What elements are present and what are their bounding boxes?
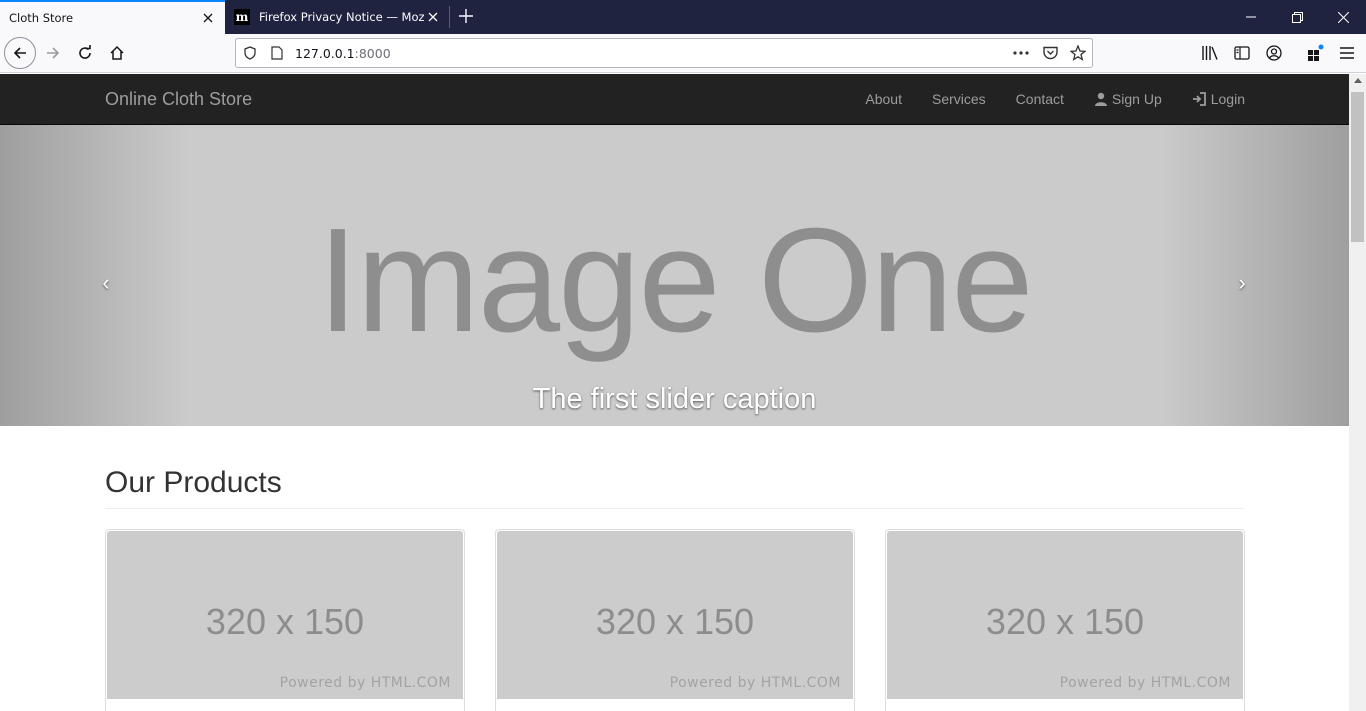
url-text: 127.0.0.1:8000 (295, 46, 391, 61)
home-button[interactable] (101, 37, 133, 69)
nav-login-label: Login (1210, 91, 1245, 107)
tab-cloth-store[interactable]: Cloth Store (0, 0, 225, 34)
heading-divider (105, 508, 1245, 509)
tab-separator (449, 6, 450, 28)
restore-icon (1291, 11, 1303, 23)
user-icon (1094, 92, 1107, 106)
nav-signup-label: Sign Up (1111, 91, 1162, 107)
restore-button[interactable] (1274, 0, 1320, 34)
thumbnail-credit: Powered by HTML.COM (279, 675, 451, 691)
carousel-shade-right (1159, 125, 1349, 426)
product-thumbnail: 320 x 150 Powered by HTML.COM (887, 531, 1243, 699)
pocket-icon[interactable] (1042, 45, 1058, 61)
product-thumbnail: 320 x 150 Powered by HTML.COM (497, 531, 853, 699)
scroll-up-arrow-icon[interactable] (1354, 78, 1362, 83)
forward-button[interactable] (37, 37, 69, 69)
products-heading: Our Products (105, 466, 282, 499)
arrow-left-icon (13, 47, 26, 59)
tab-firefox-privacy[interactable]: m Firefox Privacy Notice — Mozill (225, 0, 450, 34)
thumbnail-credit: Powered by HTML.COM (669, 675, 841, 691)
thumbnail-dimensions: 320 x 150 (205, 601, 365, 642)
minimize-icon (1246, 16, 1256, 18)
close-window-button[interactable] (1320, 0, 1366, 34)
tab-title: Firefox Privacy Notice — Mozill (259, 10, 424, 24)
thumbnail-dimensions: 320 x 150 (985, 601, 1145, 642)
scrollbar-thumb[interactable] (1351, 92, 1364, 242)
nav-contact[interactable]: Contact (1016, 91, 1064, 107)
image-carousel: Image One The first slider caption ‹ › (0, 125, 1349, 426)
page-scrollbar[interactable] (1349, 74, 1366, 711)
mozilla-favicon-icon: m (234, 9, 250, 25)
extensions-icon[interactable] (1306, 44, 1324, 62)
shield-icon[interactable] (242, 45, 258, 61)
carousel-shade-left (0, 125, 190, 426)
nav-signup[interactable]: Sign Up (1094, 91, 1162, 107)
product-card[interactable]: 320 x 150 Powered by HTML.COM (885, 529, 1245, 711)
bookmark-star-icon[interactable] (1070, 45, 1086, 61)
sidebar-icon[interactable] (1233, 44, 1251, 62)
url-port: :8000 (354, 46, 391, 61)
site-navbar: Online Cloth Store About Services Contac… (0, 74, 1349, 125)
reload-button[interactable] (69, 37, 101, 69)
product-card[interactable]: 320 x 150 Powered by HTML.COM (495, 529, 855, 711)
carousel-next-button[interactable]: › (1232, 270, 1252, 295)
nav-about[interactable]: About (865, 91, 902, 107)
thumbnail-dimensions: 320 x 150 (595, 601, 755, 642)
product-thumbnail: 320 x 150 Powered by HTML.COM (107, 531, 463, 699)
plus-icon (459, 9, 473, 23)
nav-services[interactable]: Services (932, 91, 986, 107)
account-icon[interactable] (1265, 44, 1283, 62)
tab-title: Cloth Store (9, 11, 74, 25)
browser-tab-bar: Cloth Store m Firefox Privacy Notice — M… (0, 0, 1366, 34)
url-host: 127.0.0.1 (295, 46, 355, 61)
page-info-icon[interactable] (269, 45, 285, 61)
address-bar[interactable]: 127.0.0.1:8000 (235, 38, 1093, 68)
nav-login[interactable]: Login (1192, 91, 1245, 107)
login-icon (1192, 92, 1206, 106)
page-actions-icon[interactable] (1013, 45, 1029, 61)
reload-icon (79, 45, 91, 59)
menu-hamburger-icon[interactable] (1338, 44, 1356, 62)
thumbnail-credit: Powered by HTML.COM (1059, 675, 1231, 691)
carousel-prev-button[interactable]: ‹ (96, 270, 116, 295)
close-tab-icon[interactable] (424, 8, 442, 26)
brand-link[interactable]: Online Cloth Store (105, 89, 252, 110)
new-tab-button[interactable] (455, 5, 477, 27)
close-tab-icon[interactable] (199, 9, 217, 27)
slide-caption: The first slider caption (532, 383, 817, 415)
page-viewport: Online Cloth Store About Services Contac… (0, 74, 1349, 711)
product-card[interactable]: 320 x 150 Powered by HTML.COM (105, 529, 465, 711)
back-button[interactable] (4, 37, 36, 69)
home-icon (110, 45, 124, 60)
library-icon[interactable] (1201, 44, 1219, 62)
browser-toolbar: 127.0.0.1:8000 (0, 34, 1366, 73)
arrow-right-icon (47, 47, 60, 59)
minimize-button[interactable] (1228, 0, 1274, 34)
nav-links: About Services Contact Sign Up Login (835, 74, 1245, 124)
slide-placeholder-image: Image One (317, 198, 1033, 363)
close-icon (1337, 11, 1349, 23)
